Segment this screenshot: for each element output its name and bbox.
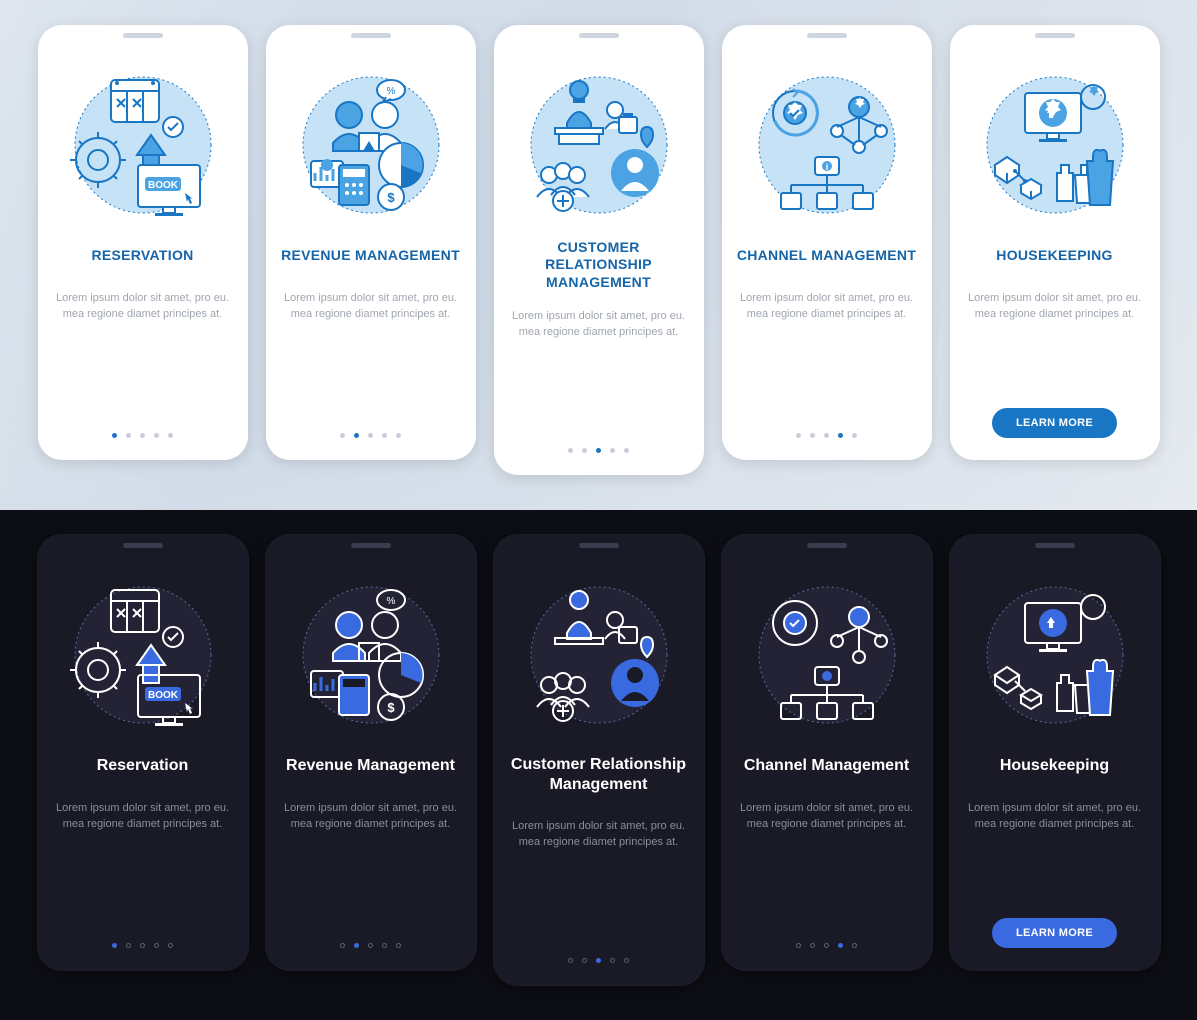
- phone-notch: [351, 33, 391, 38]
- pagination-dots[interactable]: [340, 943, 401, 948]
- card-title: Customer Relationship Management: [508, 747, 690, 803]
- card-housekeeping-dark: Housekeeping Lorem ipsum dolor sit amet,…: [950, 535, 1160, 970]
- reservation-icon: BOOK: [63, 65, 223, 225]
- channel-icon: [747, 575, 907, 735]
- pagination-dots[interactable]: [112, 433, 173, 438]
- phone-notch: [579, 33, 619, 38]
- card-title: CUSTOMER RELATIONSHIP MANAGEMENT: [508, 237, 690, 293]
- phone-notch: [351, 543, 391, 548]
- light-theme-row: BOOK RESERVATION Lorem ipsum dolor sit a…: [0, 0, 1197, 510]
- card-title: Revenue Management: [286, 747, 455, 785]
- svg-text:$: $: [387, 190, 395, 205]
- learn-more-button[interactable]: LEARN MORE: [992, 918, 1117, 948]
- pagination-dots[interactable]: [568, 958, 629, 963]
- pagination-dots[interactable]: [340, 433, 401, 438]
- card-description: Lorem ipsum dolor sit amet, pro eu. mea …: [508, 309, 690, 357]
- card-description: Lorem ipsum dolor sit amet, pro eu. mea …: [52, 801, 234, 849]
- card-title: Channel Management: [744, 747, 909, 785]
- phone-notch: [807, 33, 847, 38]
- card-title: REVENUE MANAGEMENT: [281, 237, 460, 275]
- phone-notch: [579, 543, 619, 548]
- pagination-dots[interactable]: [568, 448, 629, 453]
- phone-notch: [1035, 33, 1075, 38]
- svg-text:%: %: [386, 596, 395, 607]
- svg-text:%: %: [386, 86, 395, 97]
- card-crm: CUSTOMER RELATIONSHIP MANAGEMENT Lorem i…: [494, 25, 704, 475]
- card-title: HOUSEKEEPING: [996, 237, 1112, 275]
- card-description: Lorem ipsum dolor sit amet, pro eu. mea …: [280, 291, 462, 339]
- card-description: Lorem ipsum dolor sit amet, pro eu. mea …: [736, 801, 918, 849]
- phone-notch: [807, 543, 847, 548]
- card-crm-dark: Customer Relationship Management Lorem i…: [494, 535, 704, 985]
- card-housekeeping: HOUSEKEEPING Lorem ipsum dolor sit amet,…: [950, 25, 1160, 460]
- card-reservation: BOOK RESERVATION Lorem ipsum dolor sit a…: [38, 25, 248, 460]
- card-title: Reservation: [97, 747, 189, 785]
- pagination-dots[interactable]: [796, 943, 857, 948]
- svg-text:$: $: [387, 700, 395, 715]
- revenue-icon: %$: [291, 65, 451, 225]
- card-revenue-dark: %$ Revenue Management Lorem ipsum dolor …: [266, 535, 476, 970]
- pagination-dots[interactable]: [796, 433, 857, 438]
- crm-icon: [519, 65, 679, 225]
- channel-icon: i: [747, 65, 907, 225]
- svg-text:i: i: [825, 162, 828, 172]
- revenue-icon: %$: [291, 575, 451, 735]
- card-description: Lorem ipsum dolor sit amet, pro eu. mea …: [964, 801, 1146, 849]
- phone-notch: [1035, 543, 1075, 548]
- svg-text:BOOK: BOOK: [148, 180, 179, 191]
- crm-icon: [519, 575, 679, 735]
- card-reservation-dark: BOOK Reservation Lorem ipsum dolor sit a…: [38, 535, 248, 970]
- card-title: CHANNEL MANAGEMENT: [737, 237, 916, 275]
- phone-notch: [123, 543, 163, 548]
- pagination-dots[interactable]: [112, 943, 173, 948]
- card-title: Housekeeping: [1000, 747, 1109, 785]
- card-description: Lorem ipsum dolor sit amet, pro eu. mea …: [508, 819, 690, 867]
- card-channel-dark: Channel Management Lorem ipsum dolor sit…: [722, 535, 932, 970]
- housekeeping-icon: [975, 65, 1135, 225]
- dark-theme-row: BOOK Reservation Lorem ipsum dolor sit a…: [0, 510, 1197, 1020]
- phone-notch: [123, 33, 163, 38]
- card-channel: i CHANNEL MANAGEMENT Lorem ipsum dolor s…: [722, 25, 932, 460]
- card-title: RESERVATION: [91, 237, 193, 275]
- svg-text:BOOK: BOOK: [148, 690, 179, 701]
- card-description: Lorem ipsum dolor sit amet, pro eu. mea …: [52, 291, 234, 339]
- card-description: Lorem ipsum dolor sit amet, pro eu. mea …: [280, 801, 462, 849]
- card-description: Lorem ipsum dolor sit amet, pro eu. mea …: [964, 291, 1146, 339]
- card-description: Lorem ipsum dolor sit amet, pro eu. mea …: [736, 291, 918, 339]
- learn-more-button[interactable]: LEARN MORE: [992, 408, 1117, 438]
- housekeeping-icon: [975, 575, 1135, 735]
- reservation-icon: BOOK: [63, 575, 223, 735]
- card-revenue: %$ REVENUE MANAGEMENT Lorem ipsum dolor …: [266, 25, 476, 460]
